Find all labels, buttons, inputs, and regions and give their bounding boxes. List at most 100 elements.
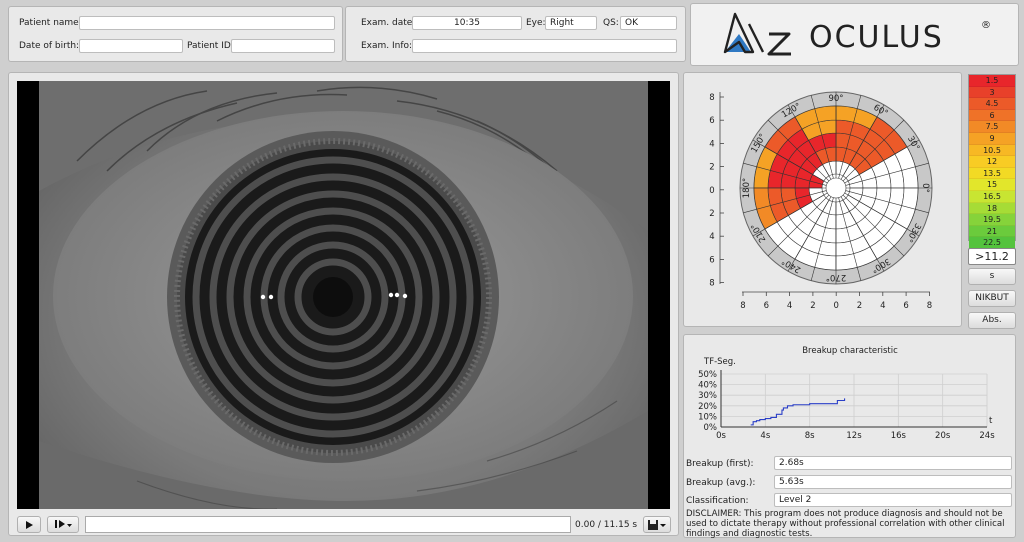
save-menu-button[interactable]: [643, 516, 671, 533]
chart-y-label: TF-Seg.: [703, 357, 736, 367]
chart-x-tick-label: 0s: [716, 431, 726, 441]
logo-registered-mark: ®: [981, 20, 991, 31]
polar-map: 90°60°30°0°330°300°270°240°210°180°150°1…: [709, 91, 933, 311]
exam-info-label: Exam. Info:: [361, 41, 413, 51]
exam-info-field[interactable]: [412, 39, 677, 53]
polar-x-tick-label: 6: [903, 301, 908, 311]
breakup-first-field: 2.68s: [774, 456, 1012, 470]
scale-cell: 18: [969, 202, 1015, 215]
polar-angle-label: 90°: [828, 94, 843, 104]
seek-bar[interactable]: [85, 516, 571, 533]
breakup-chart: Breakup characteristic TF-Seg. t 0%10%20…: [698, 346, 995, 441]
polar-angle-label: 0°: [920, 183, 930, 193]
chart-x-label: t: [989, 416, 993, 426]
nikbut-button[interactable]: NIKBUT: [968, 290, 1016, 307]
polar-y-tick-label: 8: [709, 279, 714, 289]
chart-x-tick-label: 8s: [805, 431, 815, 441]
patient-panel: Patient name: Date of birth: Patient ID:: [8, 6, 343, 62]
slow-play-icon: [55, 520, 72, 528]
scale-cell: 4.5: [969, 98, 1015, 110]
scale-cell: 16.5: [969, 190, 1015, 203]
chart-x-tick-label: 12s: [846, 431, 862, 441]
chart-x-tick-label: 16s: [891, 431, 907, 441]
date-of-birth-label: Date of birth:: [19, 41, 80, 51]
date-of-birth-field[interactable]: [79, 39, 183, 53]
scale-cell: 10.5: [969, 144, 1015, 157]
scale-cell: 6: [969, 109, 1015, 122]
polar-angle-label: 180°: [742, 178, 752, 198]
polar-x-tick-label: 2: [857, 301, 862, 311]
chart-y-tick-label: 30%: [698, 391, 717, 401]
polar-y-tick-label: 6: [709, 116, 714, 126]
logo-text: OCULUS: [809, 20, 944, 55]
exam-panel: Exam. date: 10:35 Eye: Right QS: OK Exam…: [345, 6, 686, 62]
qs-field[interactable]: OK: [620, 16, 677, 30]
polar-y-tick-label: 4: [709, 139, 714, 149]
polar-angle-label: 270°: [826, 272, 846, 282]
color-scale: 1.5 3 4.5 6 7.5 9 10.5 12 13.5 15 16.5 18 19.5 21 22.5…: [968, 74, 1016, 261]
polar-x-tick-label: 8: [927, 301, 932, 311]
polar-y-tick-label: 0: [709, 186, 714, 196]
chart-x-tick-label: 4s: [760, 431, 770, 441]
polar-y-tick-label: 8: [709, 93, 714, 103]
play-icon: [26, 521, 33, 529]
placido-eye-image: [39, 81, 648, 509]
patient-name-label: Patient name:: [19, 18, 82, 28]
exam-date-label: Exam. date:: [361, 18, 416, 28]
polar-y-tick-label: 6: [709, 255, 714, 265]
polar-x-tick-label: 4: [787, 301, 792, 311]
breakup-avg-field: 5.63s: [774, 475, 1012, 489]
disclaimer-text: DISCLAIMER: This program does not produc…: [686, 509, 1005, 539]
playback-time: 0.00 / 11.15 s: [575, 520, 638, 530]
seconds-unit-button[interactable]: s: [968, 268, 1016, 285]
scale-cell: 19.5: [969, 214, 1015, 226]
classification-field: Level 2: [774, 493, 1012, 507]
nikbut-value-field: >11.2: [968, 248, 1016, 265]
scale-cell: 1.5: [969, 75, 1015, 87]
patient-id-field[interactable]: [231, 39, 335, 53]
polar-center: [825, 177, 847, 199]
polar-x-tick-label: 0: [833, 301, 838, 311]
video-panel: 0.00 / 11.15 s: [8, 72, 679, 536]
breakup-avg-label: Breakup (avg.):: [686, 478, 756, 488]
chart-x-tick-label: 24s: [979, 431, 995, 441]
abs-button[interactable]: Abs.: [968, 312, 1016, 329]
polar-x-tick-label: 6: [764, 301, 769, 311]
polar-x-tick-label: 4: [880, 301, 885, 311]
logo-panel: OCULUS ®: [690, 3, 1019, 66]
chart-title: Breakup characteristic: [802, 346, 898, 356]
polar-y-tick-label: 4: [709, 232, 714, 242]
play-button[interactable]: [17, 516, 41, 533]
scale-cell: 9: [969, 132, 1015, 145]
polar-map-panel: 90° 60° 30° 0° 330° 300° 270° 240° 210° 180° 150° 1…: [683, 72, 962, 327]
polar-x-tick-label: 8: [740, 301, 745, 311]
exam-date-field[interactable]: 10:35: [412, 16, 522, 30]
scale-cell: 3: [969, 86, 1015, 99]
qs-label: QS:: [603, 18, 619, 28]
slow-play-button[interactable]: [47, 516, 79, 533]
scale-cell: 21: [969, 225, 1015, 238]
patient-name-field[interactable]: [79, 16, 335, 30]
chart-y-tick-label: 20%: [698, 402, 717, 412]
save-icon: [648, 520, 666, 530]
polar-y-tick-label: 2: [709, 209, 714, 219]
patient-id-label: Patient ID:: [187, 41, 234, 51]
chart-y-tick-label: 50%: [698, 370, 717, 380]
scale-cell: 7.5: [969, 121, 1015, 133]
scale-cell: 15: [969, 179, 1015, 191]
breakup-first-label: Breakup (first):: [686, 459, 754, 469]
eye-label: Eye:: [526, 18, 546, 28]
polar-y-tick-label: 2: [709, 163, 714, 173]
polar-x-tick-label: 2: [810, 301, 815, 311]
chart-y-tick-label: 40%: [698, 381, 717, 391]
classification-label: Classification:: [686, 496, 749, 506]
scale-cell: 13.5: [969, 167, 1015, 180]
scale-cell: 12: [969, 156, 1015, 168]
chart-series-line: [750, 398, 846, 426]
eye-field[interactable]: Right: [545, 16, 597, 30]
breakup-panel: Breakup characteristic TF-Seg. t 0% 10% 20…: [683, 334, 1016, 539]
eye-image: [17, 81, 670, 509]
chart-x-tick-label: 20s: [935, 431, 951, 441]
chart-y-tick-label: 10%: [698, 412, 717, 422]
chart-y-tick-label: 0%: [704, 423, 718, 433]
